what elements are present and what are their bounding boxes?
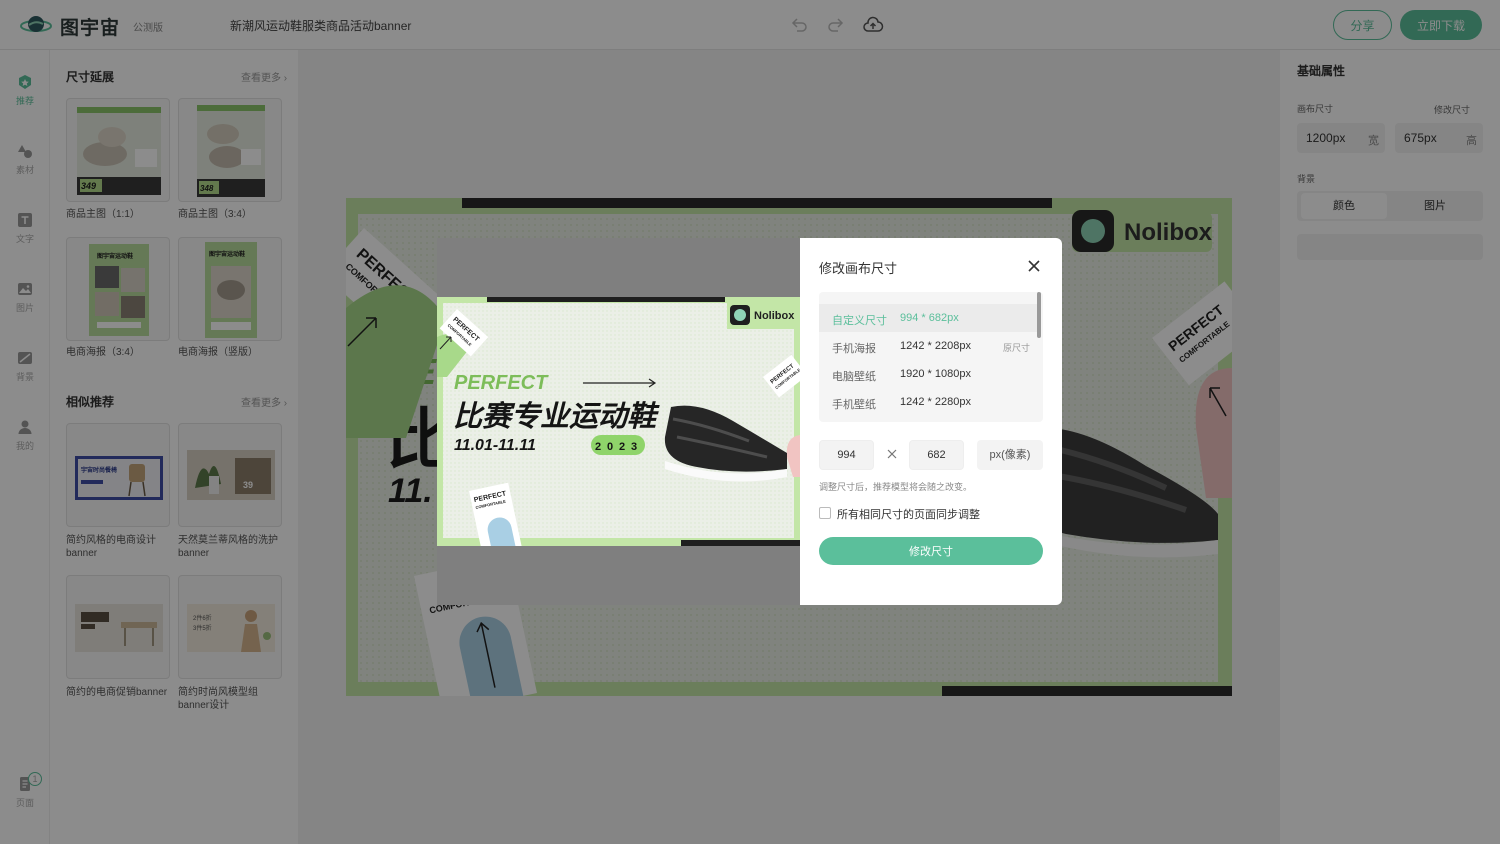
list-scrollbar[interactable] bbox=[1037, 292, 1041, 338]
preview-dates: 11.01-11.11 bbox=[454, 437, 536, 454]
preset-name: 手机海报 bbox=[832, 343, 876, 355]
dialog-title: 修改画布尺寸 bbox=[819, 261, 898, 276]
preset-name: 手机壁纸 bbox=[832, 399, 876, 411]
preset-dimensions: 1242 * 2208px bbox=[900, 340, 971, 352]
width-input[interactable] bbox=[819, 440, 874, 470]
close-icon[interactable] bbox=[1026, 258, 1042, 274]
preview-brand: Nolibox bbox=[754, 310, 795, 322]
size-preset-item[interactable]: 手机海报 1242 * 2208px 原尺寸 bbox=[819, 332, 1037, 360]
sync-pages-checkbox[interactable] bbox=[819, 507, 831, 519]
preview-canvas: Nolibox PERFECT COMFORTABLE PERFECT 比赛专业… bbox=[437, 297, 800, 546]
preset-name: 自定义尺寸 bbox=[832, 315, 887, 327]
multiply-icon bbox=[887, 449, 897, 459]
preview-artwork: Nolibox PERFECT COMFORTABLE PERFECT 比赛专业… bbox=[437, 297, 800, 546]
resize-dialog: 修改画布尺寸 自定义尺寸 994 * 682px 手机海报 1242 * 220… bbox=[800, 238, 1062, 605]
original-size-tag: 原尺寸 bbox=[1003, 343, 1031, 353]
height-input[interactable] bbox=[909, 440, 964, 470]
preview-headline: 比赛专业运动鞋 bbox=[453, 400, 660, 433]
size-preset-item[interactable]: 电脑壁纸 1920 * 1080px bbox=[819, 360, 1037, 388]
sync-pages-label[interactable]: 所有相同尺寸的页面同步调整 bbox=[837, 506, 980, 522]
preview-perfect: PERFECT bbox=[454, 372, 549, 394]
preset-dimensions: 1242 * 2280px bbox=[900, 396, 971, 408]
preset-dimensions: 1920 * 1080px bbox=[900, 368, 971, 380]
preview-year-digit: 3 bbox=[631, 441, 637, 453]
unit-selector[interactable]: px(像素) bbox=[977, 440, 1043, 470]
preview-year-digit: 0 bbox=[607, 441, 613, 453]
resize-hint: 调整尺寸后，推荐模型将会随之改变。 bbox=[819, 482, 973, 492]
preview-year-digit: 2 bbox=[619, 441, 625, 453]
size-preset-item[interactable]: 自定义尺寸 994 * 682px bbox=[819, 304, 1037, 332]
size-preset-item[interactable]: 手机壁纸 1242 * 2280px bbox=[819, 388, 1037, 416]
resize-preview: Nolibox PERFECT COMFORTABLE PERFECT 比赛专业… bbox=[437, 238, 800, 605]
size-preset-list[interactable]: 自定义尺寸 994 * 682px 手机海报 1242 * 2208px 原尺寸… bbox=[819, 292, 1043, 422]
preview-year-digit: 2 bbox=[595, 441, 601, 453]
preset-dimensions: 994 * 682px bbox=[900, 312, 959, 324]
apply-resize-button[interactable]: 修改尺寸 bbox=[819, 537, 1043, 565]
preset-name: 电脑壁纸 bbox=[832, 371, 876, 383]
